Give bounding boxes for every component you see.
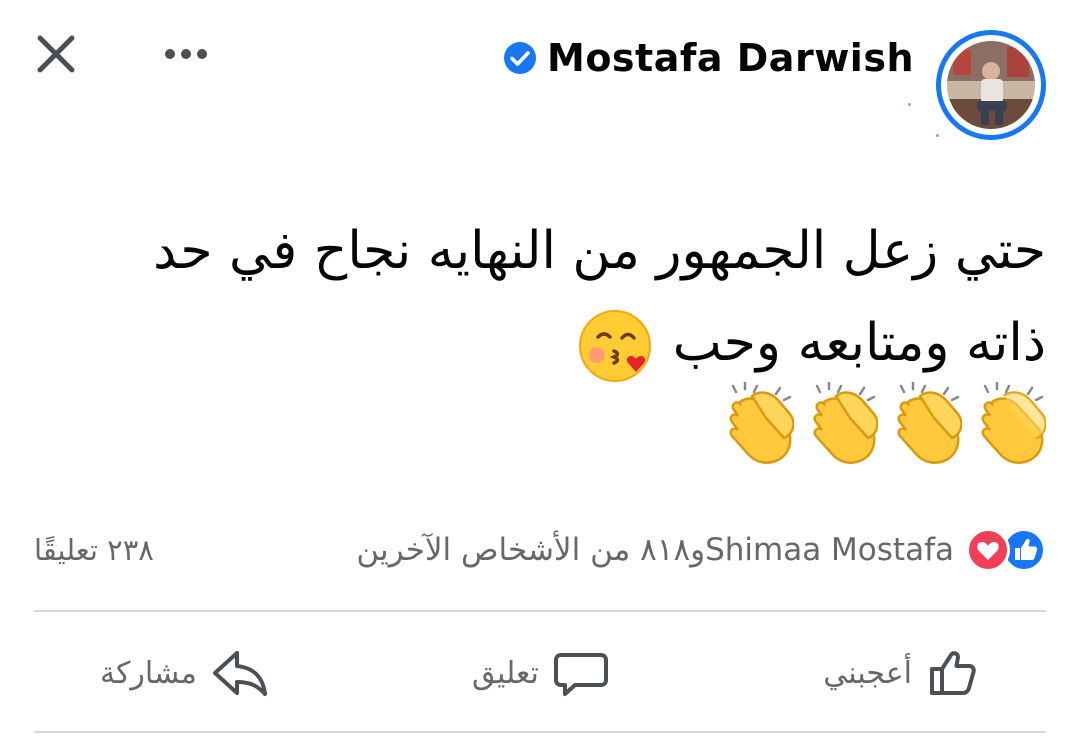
divider — [34, 610, 1046, 612]
reaction-names-text: Shimaa Mostafaو٨١٨ من الأشخاص الآخرين — [356, 532, 954, 568]
more-options-button[interactable] — [158, 34, 214, 74]
comment-icon — [553, 653, 608, 696]
clapping-emojis — [718, 382, 1046, 466]
close-button[interactable] — [30, 28, 82, 80]
author-avatar[interactable] — [936, 30, 1046, 140]
avatar-photo — [947, 41, 1035, 129]
reaction-icons — [964, 528, 1046, 572]
decorative-dot — [908, 103, 911, 106]
decorative-dot — [936, 134, 939, 137]
comment-label: تعليق — [472, 655, 539, 691]
post-text-line: حتي زعل الجمهور من النهايه نجاح في حد — [153, 221, 1046, 281]
share-label: مشاركة — [100, 655, 197, 691]
share-icon — [212, 651, 267, 696]
reactions-summary[interactable]: Shimaa Mostafaو٨١٨ من الأشخاص الآخرين — [356, 526, 1046, 574]
post-viewer: Mostafa Darwish حتي زعل الجمهور من النها… — [0, 0, 1080, 754]
love-reaction-icon — [966, 528, 1010, 572]
verified-badge-icon — [504, 42, 537, 74]
clapping-hands-emoji-icon — [897, 382, 962, 464]
clapping-hands-emoji-icon — [981, 382, 1046, 464]
post-text-line-with-emoji: ذاته ومتابعه وحب — [26, 297, 1046, 389]
reaction-first-name[interactable]: Shimaa Mostafa — [705, 532, 954, 568]
like-icon — [930, 651, 976, 695]
comments-count[interactable]: ٢٣٨ تعليقًا — [34, 526, 154, 574]
post-text-line: ذاته ومتابعه وحب — [672, 313, 1046, 373]
post-author[interactable]: Mostafa Darwish — [503, 30, 914, 86]
share-button[interactable]: مشاركة — [100, 640, 271, 706]
clapping-hands-emoji-icon — [813, 382, 878, 464]
comment-button[interactable]: تعليق — [472, 640, 609, 706]
face-blowing-a-kiss-emoji-icon — [579, 310, 652, 382]
post-text: حتي زعل الجمهور من النهايه نجاح في حد ذا… — [26, 205, 1046, 389]
divider — [34, 731, 1046, 733]
like-label: أعجبني — [823, 655, 912, 691]
like-button[interactable]: أعجبني — [823, 640, 982, 706]
reaction-others-text: و٨١٨ من الأشخاص الآخرين — [356, 532, 706, 568]
author-name[interactable]: Mostafa Darwish — [547, 36, 914, 80]
clapping-hands-emoji-icon — [729, 382, 794, 464]
close-icon — [37, 35, 75, 73]
more-horizontal-icon — [165, 49, 207, 59]
